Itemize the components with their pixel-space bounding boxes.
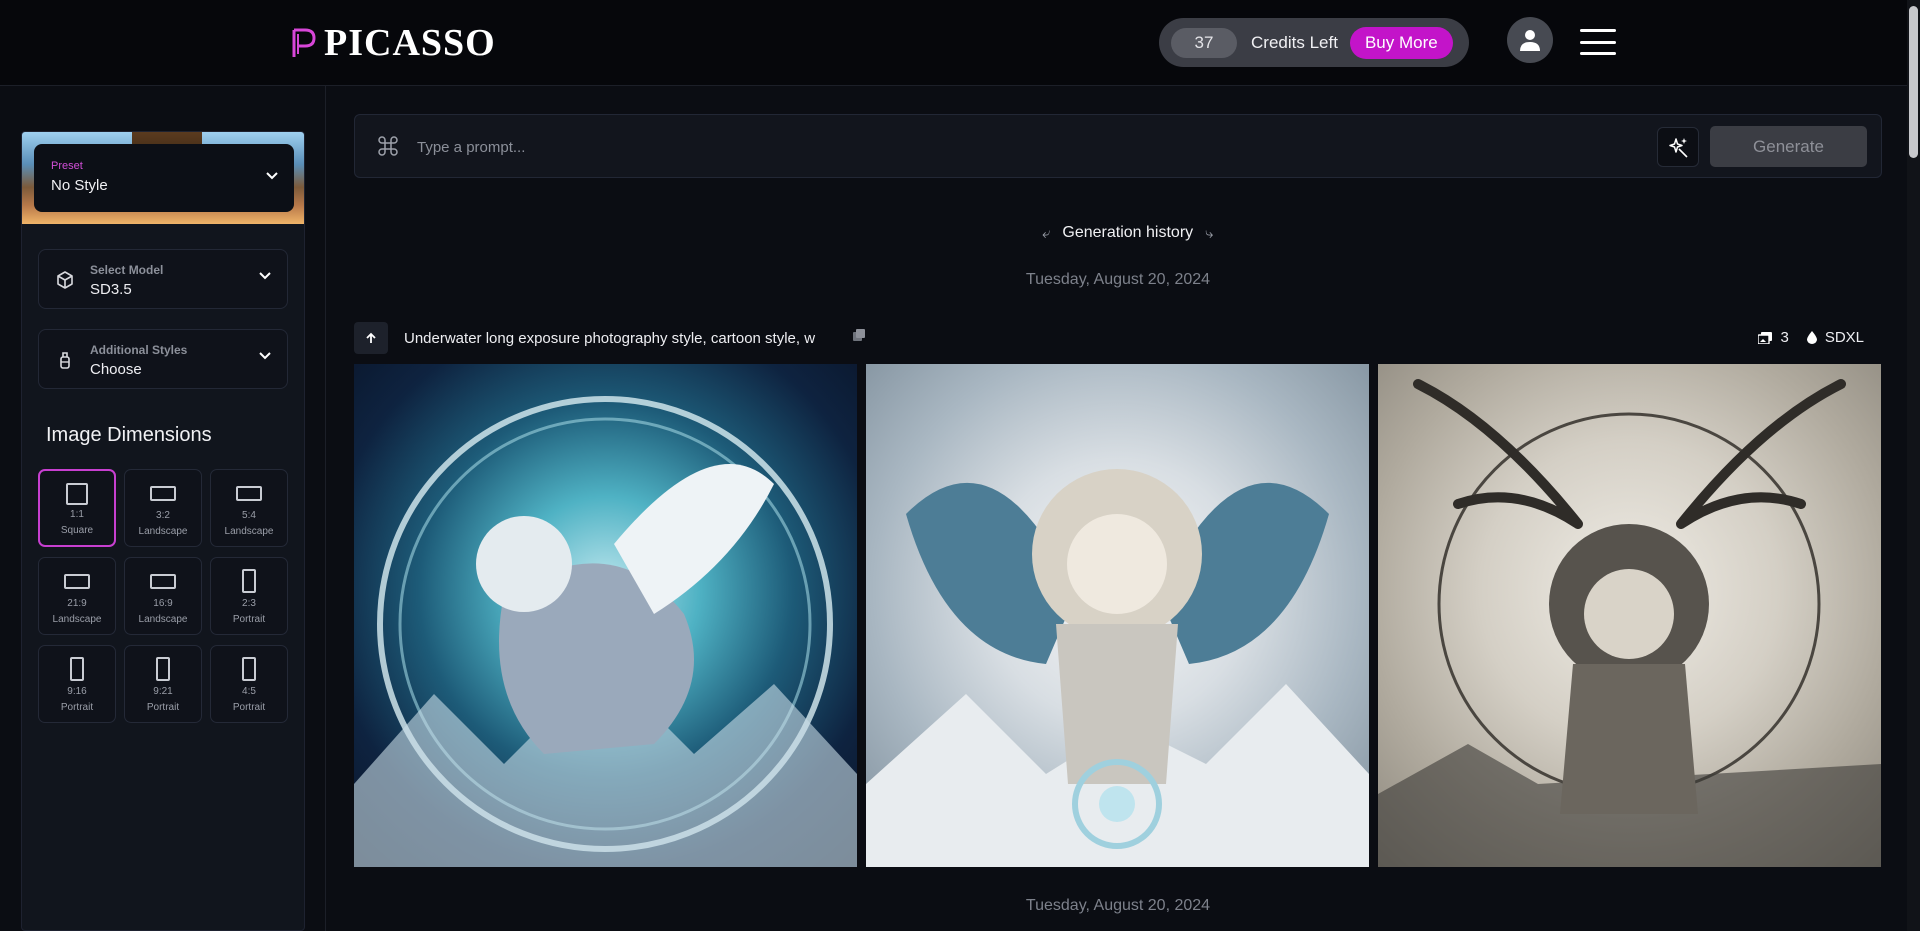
generation-history-header: ⤶ Generation history ⤷	[1030, 224, 1226, 242]
droplet-icon	[1806, 331, 1817, 344]
user-icon	[1520, 30, 1540, 51]
portrait-shape-icon	[70, 657, 84, 681]
curved-arrow-left-icon: ⤶	[1042, 224, 1051, 242]
dimension-kind: Portrait	[60, 702, 94, 713]
copy-icon[interactable]	[852, 328, 866, 342]
model-caption: Select Model	[90, 263, 164, 277]
credits-count: 37	[1171, 27, 1237, 58]
landscape-shape-icon	[150, 573, 176, 589]
additional-styles-caption: Additional Styles	[90, 343, 188, 357]
dimension-ratio: 3:2	[156, 510, 170, 521]
dimension-ratio: 9:21	[153, 686, 173, 697]
dimension-ratio: 2:3	[242, 598, 256, 609]
additional-styles-value: Choose	[90, 361, 142, 378]
dimension-ratio: 5:4	[242, 510, 256, 521]
sidebar: Preset No Style Select Model SD3.5 Addit…	[0, 86, 326, 931]
generation-history-title: Generation history	[1062, 224, 1194, 241]
image-count-value: 3	[1780, 329, 1789, 346]
image-dimensions-title: Image Dimensions	[46, 424, 212, 446]
dimension-option-1-1[interactable]: 1:1 Square	[38, 469, 116, 547]
app-name: PICASSO	[324, 22, 496, 64]
landscape-shape-icon	[150, 485, 176, 501]
dimension-option-9-21[interactable]: 9:21 Portrait	[124, 645, 202, 723]
dimension-option-21-9[interactable]: 21:9 Landscape	[38, 557, 116, 635]
picasso-logo-icon	[292, 28, 316, 57]
image-count: 3	[1758, 329, 1789, 346]
lion-image-art	[354, 396, 857, 867]
dimension-option-3-2[interactable]: 3:2 Landscape	[124, 469, 202, 547]
images-icon	[1758, 331, 1773, 344]
dimension-kind: Square	[60, 525, 94, 536]
lion-image-art	[866, 469, 1369, 867]
dimension-kind: Portrait	[146, 702, 180, 713]
credits-pill: 37 Credits Left Buy More	[1159, 18, 1469, 67]
dimension-kind: Landscape	[224, 526, 274, 537]
command-icon	[378, 136, 398, 156]
curved-arrow-right-icon: ⤷	[1205, 224, 1214, 242]
generation-info-row: Underwater long exposure photography sty…	[354, 322, 1882, 354]
dimension-ratio: 16:9	[153, 598, 173, 609]
prompt-input[interactable]	[417, 127, 1417, 167]
preset-banner-image: Preset No Style	[22, 132, 304, 224]
dimension-option-2-3[interactable]: 2:3 Portrait	[210, 557, 288, 635]
generated-images	[354, 364, 1882, 867]
dimension-option-9-16[interactable]: 9:16 Portrait	[38, 645, 116, 723]
credits-label: Credits Left	[1251, 32, 1338, 52]
generation-meta: 3 SDXL	[1740, 329, 1864, 346]
dimension-option-4-5[interactable]: 4:5 Portrait	[210, 645, 288, 723]
dimension-ratio: 4:5	[242, 686, 256, 697]
dimension-kind: Landscape	[138, 526, 188, 537]
model-tag-value: SDXL	[1824, 329, 1864, 346]
page-scrollbar[interactable]	[1907, 0, 1920, 931]
preset-select[interactable]: Preset No Style	[34, 144, 294, 212]
chevron-down-icon	[259, 352, 271, 360]
dimension-kind: Portrait	[232, 614, 266, 625]
dimension-ratio: 1:1	[70, 509, 84, 520]
paint-bottle-icon	[60, 352, 70, 369]
portrait-shape-icon	[242, 569, 256, 593]
dimension-option-5-4[interactable]: 5:4 Landscape	[210, 469, 288, 547]
history-date: Tuesday, August 20, 2024	[1025, 271, 1211, 288]
landscape-shape-icon	[236, 485, 262, 501]
scrollbar-thumb[interactable]	[1909, 6, 1918, 158]
dimension-kind: Portrait	[232, 702, 266, 713]
portrait-shape-icon	[242, 657, 256, 681]
dimension-ratio: 9:16	[67, 686, 87, 697]
enhance-prompt-button[interactable]	[1657, 127, 1699, 167]
reuse-prompt-button[interactable]	[354, 322, 388, 354]
generated-image-winged-lion-1[interactable]	[354, 364, 857, 867]
buy-more-button[interactable]: Buy More	[1349, 26, 1453, 59]
lion-image-art	[1378, 379, 1881, 867]
history-date: Tuesday, August 20, 2024	[1025, 897, 1211, 914]
prompt-bar: Generate	[354, 114, 1882, 178]
square-shape-icon	[66, 483, 88, 505]
settings-panel: Preset No Style Select Model SD3.5 Addit…	[21, 131, 305, 931]
chevron-down-icon	[259, 272, 271, 280]
generate-button[interactable]: Generate	[1710, 126, 1867, 167]
cube-icon	[57, 271, 73, 289]
dimension-ratio: 21:9	[67, 598, 87, 609]
dimension-option-16-9[interactable]: 16:9 Landscape	[124, 557, 202, 635]
model-value: SD3.5	[90, 281, 132, 298]
portrait-shape-icon	[156, 657, 170, 681]
model-tag: SDXL	[1806, 329, 1864, 346]
sparkles-icon	[1669, 138, 1688, 158]
user-avatar[interactable]	[1507, 17, 1553, 63]
preset-value: No Style	[51, 177, 108, 194]
chevron-down-icon	[266, 172, 278, 180]
preset-caption: Preset	[51, 160, 83, 172]
model-select[interactable]: Select Model SD3.5	[38, 249, 288, 309]
app-logo[interactable]: PICASSO	[288, 18, 496, 68]
landscape-shape-icon	[64, 573, 90, 589]
additional-styles-select[interactable]: Additional Styles Choose	[38, 329, 288, 389]
generation-prompt-text: Underwater long exposure photography sty…	[404, 330, 816, 347]
top-bar: PICASSO 37 Credits Left Buy More	[0, 0, 1920, 86]
arrow-up-icon	[366, 332, 376, 343]
dimension-kind: Landscape	[52, 614, 102, 625]
dimension-grid: 1:1 Square 3:2 Landscape 5:4 Landscape 2…	[38, 469, 288, 723]
hamburger-menu-icon[interactable]	[1580, 26, 1616, 58]
generated-image-winged-lion-2[interactable]	[866, 364, 1369, 867]
dimension-kind: Landscape	[138, 614, 188, 625]
generated-image-antlered-lion[interactable]	[1378, 364, 1881, 867]
